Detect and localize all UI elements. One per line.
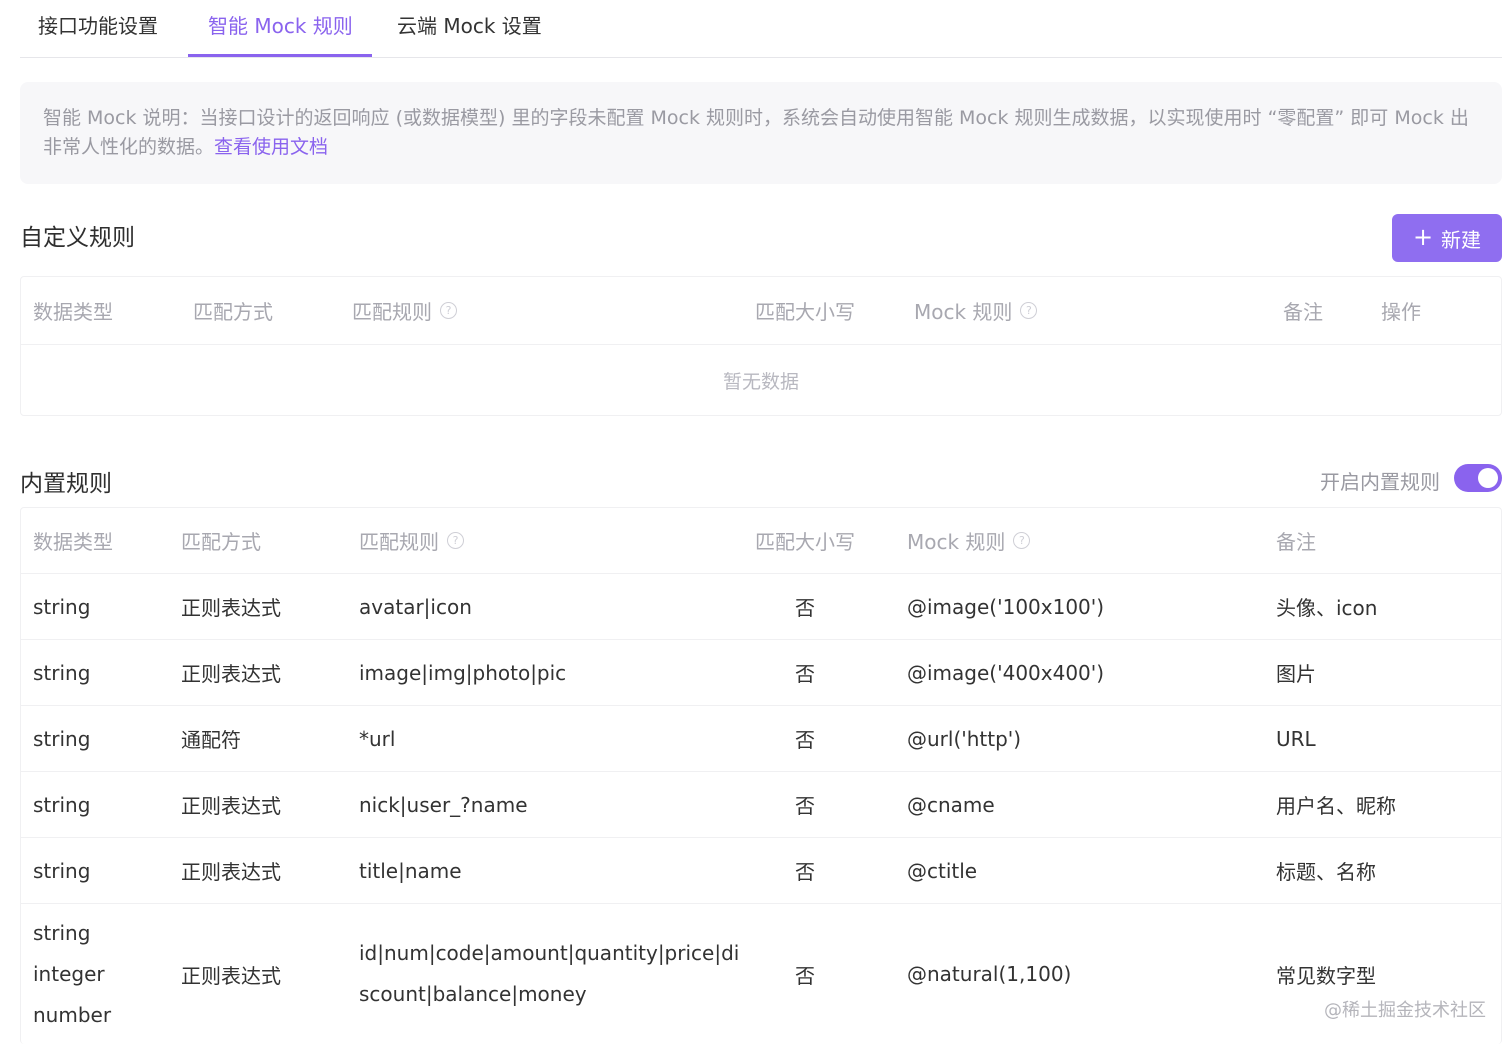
cell-mock: @natural(1,100)	[907, 962, 1072, 986]
tab-cloud-mock-settings[interactable]: 云端 Mock 设置	[397, 10, 542, 39]
tab-interface-settings[interactable]: 接口功能设置	[38, 10, 158, 39]
builtin-rules-toggle[interactable]	[1454, 464, 1502, 492]
cell-mock: @image('100x100')	[907, 594, 1105, 619]
table-row: string 通配符 *url 否 @url('http') URL	[21, 706, 1501, 772]
cell-method: 正则表达式	[181, 794, 281, 818]
col-match-method: 匹配方式	[193, 300, 273, 324]
type-number: number	[33, 1002, 112, 1027]
cell-type: string	[33, 594, 91, 619]
col-data-type: 数据类型	[33, 530, 113, 554]
cell-rule: *url	[359, 726, 396, 751]
cell-case: 否	[795, 662, 815, 686]
watermark: @稀土掘金技术社区	[1324, 1000, 1486, 1021]
col-mock-rule: Mock 规则?	[914, 277, 1038, 344]
cell-type: string integer number	[33, 904, 111, 1044]
cell-mock: @cname	[907, 792, 995, 817]
cell-rule: id|num|code|amount|quantity|price|di sco…	[359, 904, 739, 1044]
help-circle-icon[interactable]: ?	[1013, 532, 1031, 549]
help-circle-icon[interactable]: ?	[1020, 302, 1038, 319]
active-tab-indicator	[188, 54, 372, 57]
col-note: 备注	[1283, 300, 1323, 324]
table-row: string 正则表达式 title|name 否 @ctitle 标题、名称	[21, 838, 1501, 904]
rule-line: scount|balance|money	[359, 982, 587, 1006]
cell-rule: nick|user_?name	[359, 792, 528, 817]
table-row: string integer number 正则表达式 id|num|code|…	[21, 904, 1501, 1044]
toggle-knob	[1478, 468, 1498, 488]
col-match-method: 匹配方式	[181, 530, 261, 554]
table-header-row: 数据类型 匹配方式 匹配规则? 匹配大小写 Mock 规则? 备注	[21, 508, 1501, 574]
cell-type: string	[33, 792, 91, 817]
cell-rule: title|name	[359, 858, 462, 883]
rule-line: id|num|code|amount|quantity|price|di	[359, 941, 740, 965]
empty-state-text: 暂无数据	[722, 370, 799, 393]
cell-method: 正则表达式	[181, 860, 281, 884]
builtin-rules-table: 数据类型 匹配方式 匹配规则? 匹配大小写 Mock 规则? 备注 string…	[20, 507, 1502, 1044]
cell-method: 正则表达式	[181, 596, 281, 620]
cell-method: 通配符	[181, 728, 241, 752]
type-string: string	[33, 920, 91, 945]
builtin-rules-title: 内置规则	[20, 471, 112, 497]
cell-case: 否	[795, 860, 815, 884]
cell-type: string	[33, 660, 91, 685]
cell-case: 否	[795, 963, 815, 988]
col-note: 备注	[1276, 530, 1316, 554]
cell-note: 用户名、昵称	[1276, 794, 1396, 818]
cell-method: 正则表达式	[181, 963, 281, 988]
cell-note: 图片	[1276, 662, 1316, 686]
cell-type: string	[33, 858, 91, 883]
builtin-toggle-label: 开启内置规则	[1320, 470, 1440, 494]
cell-note: 常见数字型	[1276, 963, 1376, 988]
new-button-label: 新建	[1441, 227, 1482, 252]
cell-rule: avatar|icon	[359, 594, 472, 619]
col-match-case: 匹配大小写	[755, 300, 855, 324]
help-circle-icon[interactable]: ?	[447, 532, 464, 549]
new-rule-button[interactable]: + 新建	[1392, 214, 1502, 262]
cell-mock: @image('400x400')	[907, 660, 1105, 685]
col-data-type: 数据类型	[33, 300, 113, 324]
table-row: string 正则表达式 nick|user_?name 否 @cname 用户…	[21, 772, 1501, 838]
cell-method: 正则表达式	[181, 662, 281, 686]
cell-mock: @ctitle	[907, 858, 978, 883]
col-match-rule: 匹配规则?	[359, 508, 464, 573]
cell-note: URL	[1276, 726, 1316, 751]
cell-case: 否	[795, 794, 815, 818]
col-mock-rule: Mock 规则?	[907, 508, 1031, 573]
table-row: string 正则表达式 image|img|photo|pic 否 @imag…	[21, 640, 1501, 706]
cell-case: 否	[795, 596, 815, 620]
empty-row: 暂无数据	[21, 345, 1501, 415]
table-header-row: 数据类型 匹配方式 匹配规则? 匹配大小写 Mock 规则? 备注 操作	[21, 277, 1501, 345]
cell-rule: image|img|photo|pic	[359, 660, 567, 685]
cell-note: 标题、名称	[1276, 860, 1376, 884]
smart-mock-info-box: 智能 Mock 说明：当接口设计的返回响应 (或数据模型) 里的字段未配置 Mo…	[20, 82, 1502, 184]
custom-rules-title: 自定义规则	[20, 225, 135, 251]
tab-smart-mock-rules[interactable]: 智能 Mock 规则	[208, 10, 353, 39]
type-integer: integer	[33, 961, 105, 986]
col-match-rule: 匹配规则?	[352, 277, 457, 344]
help-circle-icon[interactable]: ?	[440, 302, 457, 319]
cell-mock: @url('http')	[907, 726, 1022, 751]
view-docs-link[interactable]: 查看使用文档	[214, 136, 328, 158]
custom-rules-table: 数据类型 匹配方式 匹配规则? 匹配大小写 Mock 规则? 备注 操作 暂无数…	[20, 276, 1502, 416]
cell-note: 头像、icon	[1276, 596, 1378, 620]
col-actions: 操作	[1381, 300, 1421, 324]
table-row: string 正则表达式 avatar|icon 否 @image('100x1…	[21, 574, 1501, 640]
plus-icon: +	[1412, 222, 1434, 251]
tab-bar: 接口功能设置 智能 Mock 规则 云端 Mock 设置	[20, 0, 1502, 58]
cell-type: string	[33, 726, 91, 751]
cell-case: 否	[795, 728, 815, 752]
col-match-case: 匹配大小写	[755, 530, 855, 554]
